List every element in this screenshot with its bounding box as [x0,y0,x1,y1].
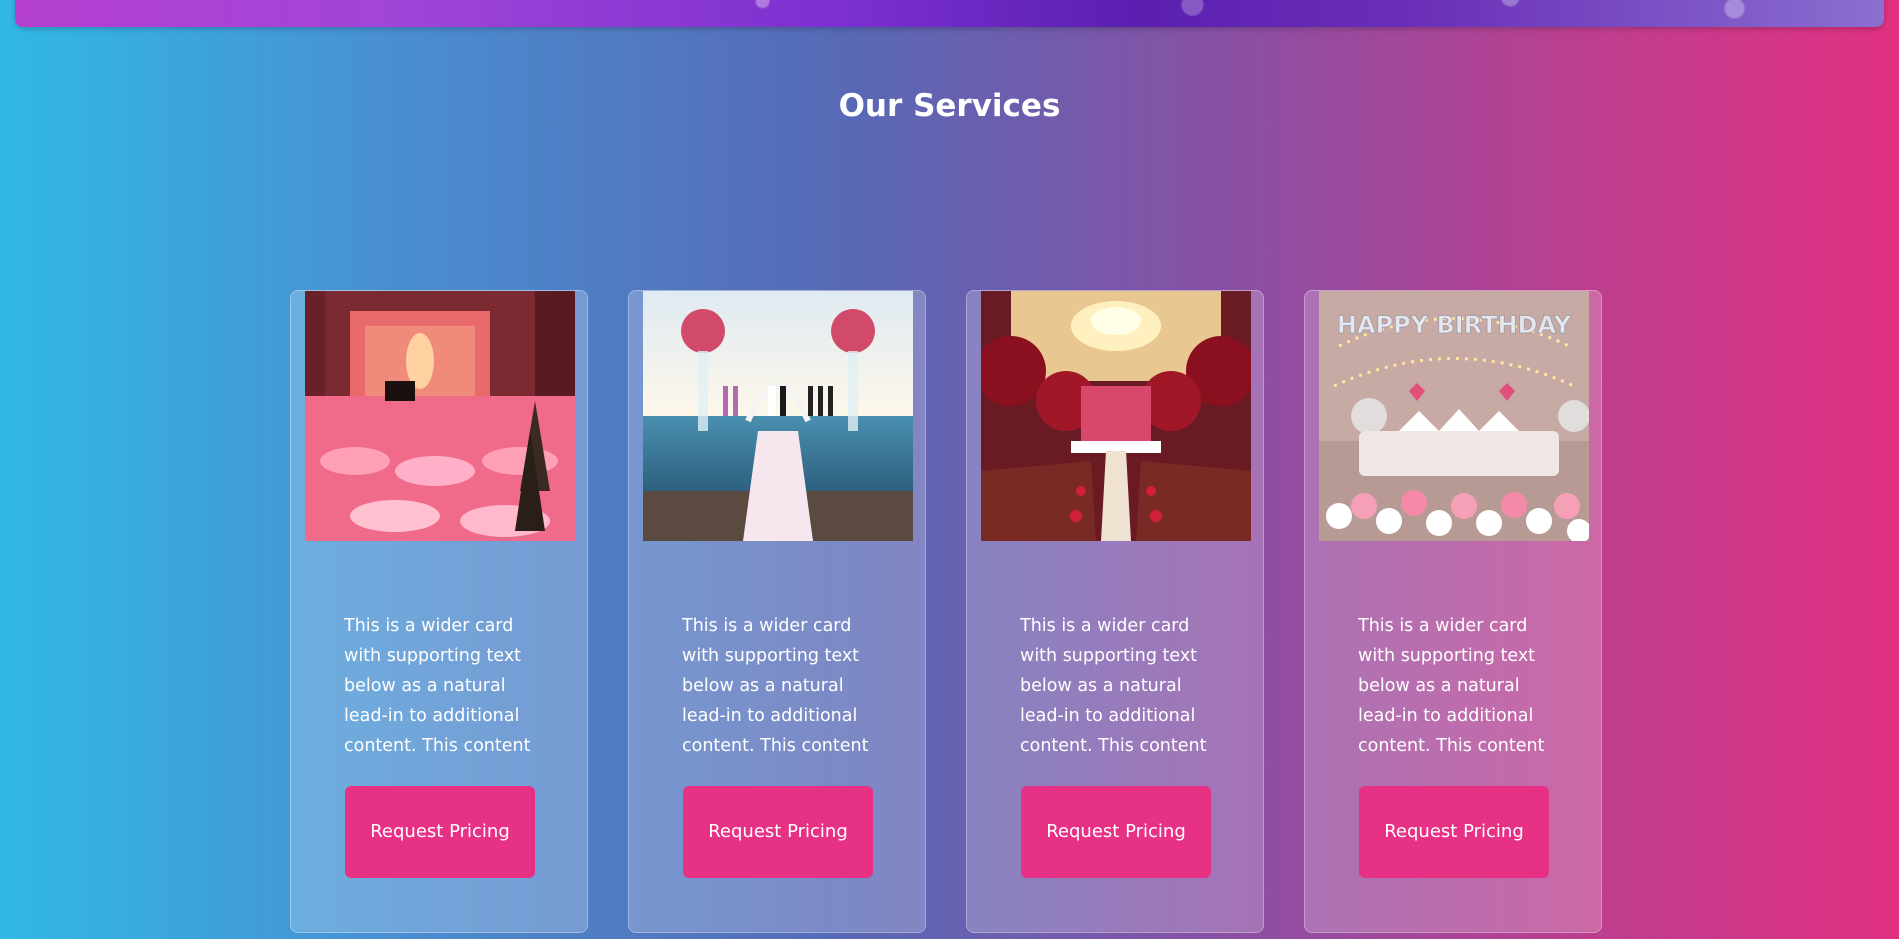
section-title: Our Services [838,88,1061,124]
birthday-decoration-image: HAPPY BIRTHDAY [1319,291,1589,541]
card-description: This is a wider card with supporting tex… [682,616,869,756]
wedding-ballroom-image [981,291,1251,541]
card-description: This is a wider card with supporting tex… [344,616,531,756]
hero-banner-image [15,0,1884,27]
beach-wedding-image [643,291,913,541]
services-card-list: This is a wider card with supporting tex… [290,290,1602,933]
card-description: This is a wider card with supporting tex… [1020,616,1207,756]
request-pricing-button[interactable]: Request Pricing [1359,786,1549,878]
birthday-sign: HAPPY BIRTHDAY [1337,311,1572,339]
banquet-hall-image [305,291,575,541]
request-pricing-button[interactable]: Request Pricing [345,786,535,878]
service-card-banquet: This is a wider card with supporting tex… [290,290,588,933]
service-card-birthday: HAPPY BIRTHDAY This is a wider card with… [1304,290,1602,933]
service-card-beach-wedding: This is a wider card with supporting tex… [628,290,926,933]
service-card-ballroom: This is a wider card with supporting tex… [966,290,1264,933]
request-pricing-button[interactable]: Request Pricing [683,786,873,878]
card-description: This is a wider card with supporting tex… [1358,616,1545,756]
request-pricing-button[interactable]: Request Pricing [1021,786,1211,878]
